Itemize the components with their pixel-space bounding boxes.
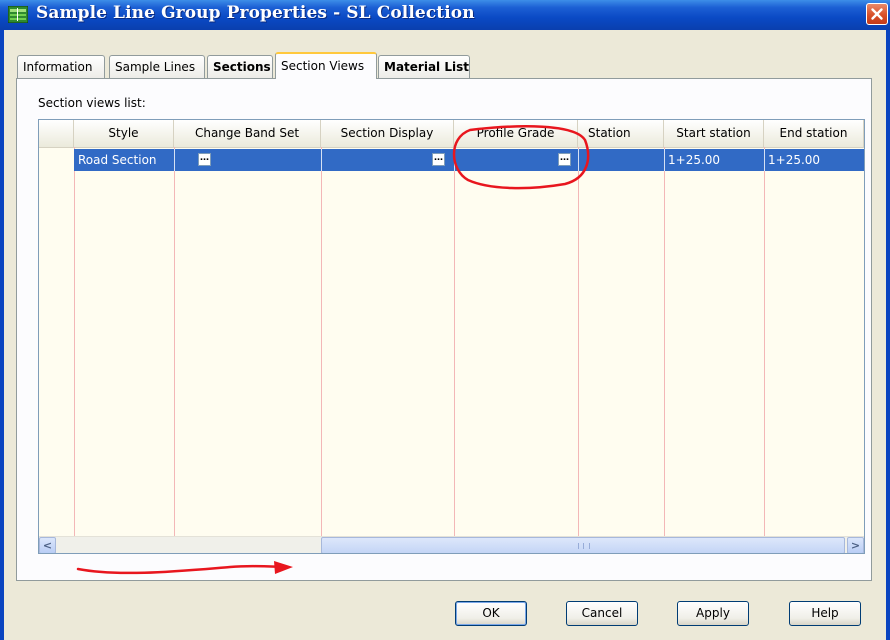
- section-views-list-label: Section views list:: [38, 96, 146, 110]
- column-header-start-station[interactable]: Start station: [664, 120, 764, 147]
- grid-line: [321, 147, 322, 553]
- cell-divider: [174, 149, 175, 171]
- ok-button[interactable]: OK: [455, 601, 527, 626]
- tab-label: Material List: [384, 60, 469, 74]
- close-icon: [871, 8, 883, 20]
- scroll-right-button[interactable]: >: [847, 537, 864, 553]
- grid-header: Style Change Band Set Section Display Pr…: [39, 120, 864, 148]
- horizontal-scrollbar[interactable]: < >: [39, 536, 864, 553]
- grid-line: [764, 147, 765, 553]
- column-header-section-display[interactable]: Section Display: [321, 120, 454, 147]
- chevron-left-icon: <: [42, 539, 53, 552]
- cell-station[interactable]: [578, 149, 664, 171]
- window-frame-left: [0, 30, 4, 640]
- tab-information[interactable]: Information: [17, 55, 105, 79]
- cell-style[interactable]: Road Section: [74, 149, 174, 171]
- apply-button[interactable]: Apply: [677, 601, 749, 626]
- window-frame-right: [886, 30, 890, 640]
- row-header-corner: [39, 120, 74, 147]
- tab-section-views[interactable]: Section Views: [275, 52, 377, 79]
- column-header-profile-grade[interactable]: Profile Grade: [454, 120, 578, 147]
- section-display-ellipsis-button[interactable]: …: [432, 153, 445, 166]
- dialog-window: Sample Line Group Properties - SL Collec…: [0, 0, 890, 640]
- cell-start-station[interactable]: 1+25.00: [664, 149, 764, 171]
- scroll-left-button[interactable]: <: [39, 537, 56, 553]
- cell-divider: [321, 149, 322, 171]
- grid-line: [174, 147, 175, 553]
- help-button[interactable]: Help: [789, 601, 861, 626]
- table-row[interactable]: Road Section … … … 1+25.00 1+25.00: [74, 149, 864, 171]
- cell-end-station[interactable]: 1+25.00: [764, 149, 864, 171]
- tab-label: Section Views: [281, 59, 365, 73]
- grid-line: [664, 147, 665, 553]
- chevron-right-icon: >: [850, 539, 861, 552]
- app-icon: [8, 6, 28, 23]
- title-bar[interactable]: Sample Line Group Properties - SL Collec…: [0, 0, 890, 30]
- tab-label: Sample Lines: [115, 60, 196, 74]
- scrollbar-grip-icon: [578, 543, 590, 549]
- grid-line: [578, 147, 579, 553]
- tab-label: Information: [23, 60, 93, 74]
- tab-material-list[interactable]: Material List: [378, 55, 470, 79]
- close-button[interactable]: [866, 3, 888, 25]
- grid-line: [74, 147, 75, 553]
- window-title: Sample Line Group Properties - SL Collec…: [36, 3, 475, 23]
- column-header-station[interactable]: Station: [578, 120, 664, 147]
- cell-divider: [454, 149, 455, 171]
- cancel-button[interactable]: Cancel: [566, 601, 638, 626]
- tab-sections[interactable]: Sections: [207, 55, 273, 79]
- profile-grade-ellipsis-button[interactable]: …: [558, 153, 571, 166]
- change-band-set-ellipsis-button[interactable]: …: [198, 153, 211, 166]
- column-header-end-station[interactable]: End station: [764, 120, 864, 147]
- scrollbar-thumb[interactable]: [321, 537, 845, 553]
- grid-line: [454, 147, 455, 553]
- section-views-grid[interactable]: Style Change Band Set Section Display Pr…: [38, 119, 865, 554]
- column-header-style[interactable]: Style: [74, 120, 174, 147]
- tab-label: Sections: [213, 60, 271, 74]
- column-header-change-band-set[interactable]: Change Band Set: [174, 120, 321, 147]
- tab-sample-lines[interactable]: Sample Lines: [109, 55, 205, 79]
